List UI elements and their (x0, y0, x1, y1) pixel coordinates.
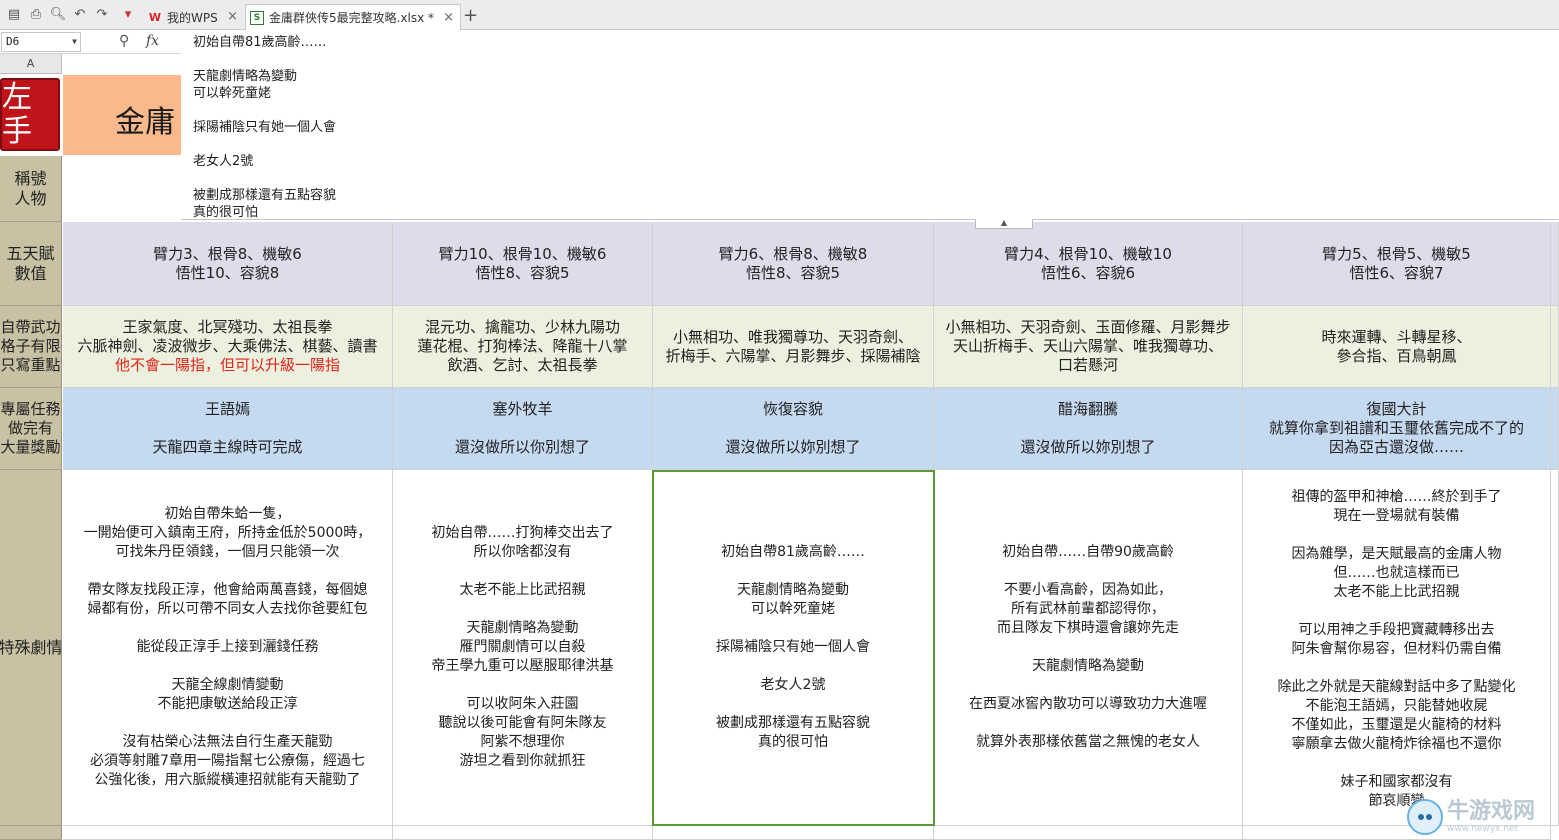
martial-cell[interactable]: 時來運轉、斗轉星移、 參合指、百鳥朝鳳 (1243, 306, 1551, 388)
formula-line: 初始自帶81歲高齡…… (193, 35, 327, 50)
row-label-text: 自帶武功 格子有限 只寫重點 (0, 318, 61, 374)
formula-line: 天龍劇情略為變動 可以幹死童姥 (193, 69, 298, 101)
row-label-story[interactable]: 特殊劇情 (0, 470, 62, 826)
chevron-down-icon[interactable]: ▼ (72, 33, 77, 51)
empty-cell[interactable] (934, 826, 1243, 840)
story-cell[interactable]: 祖傳的盔甲和神槍……終於到手了 現在一登場就有裝備 因為雜學，是天賦最高的金庸人… (1243, 470, 1551, 826)
mascot-icon (1407, 799, 1443, 835)
column-header-a[interactable]: A (0, 54, 62, 74)
tab-spreadsheet-label: 金庸群俠传5最完整攻略.xlsx * (269, 11, 435, 25)
talent-cell[interactable] (1551, 222, 1559, 306)
mission-cell[interactable]: 醋海翻騰 還沒做所以妳別想了 (934, 388, 1243, 470)
tab-bar: ▤ ⎙ 🔍︎ ↶ ↷ ▾ W 我的WPS × S 金庸群俠传5最完整攻略.xls… (0, 0, 1559, 30)
talent-cell[interactable]: 臂力5、根骨5、機敏5 悟性6、容貌7 (1243, 222, 1551, 306)
mission-cell[interactable]: 恢復容貌 還沒做所以妳別想了 (653, 388, 934, 470)
close-icon[interactable]: × (443, 10, 454, 25)
fx-icon[interactable]: fx (146, 33, 159, 49)
martial-text: 混元功、擒龍功、少林九陽功 蓮花棍、打狗棒法、降龍十八掌 飲酒、乞討、太祖長拳 (417, 318, 628, 374)
wps-logo-icon: W (148, 10, 162, 24)
new-document-icon[interactable]: ▤ (6, 6, 22, 22)
row-label-next[interactable] (0, 826, 62, 840)
mission-cell[interactable]: 復國大計 就算你拿到祖譜和玉璽依舊完成不了的 因為亞古還沒做…… (1243, 388, 1551, 470)
customize-toolbar-icon[interactable]: ▾ (120, 6, 136, 22)
row-label-text: 特殊劇情 (0, 637, 62, 657)
close-icon[interactable]: × (227, 9, 238, 24)
martial-text: 小無相功、天羽奇劍、玉面修羅、月影舞步 天山折梅手、天山六陽掌、唯我獨尊功、 口… (945, 318, 1231, 374)
page-title: 金庸 (115, 105, 175, 140)
cell-reference: D6 (6, 35, 20, 48)
tab-spreadsheet[interactable]: S 金庸群俠传5最完整攻略.xlsx * × (245, 4, 461, 30)
talent-cell[interactable]: 臂力10、根骨10、機敏6 悟性8、容貌5 (393, 222, 653, 306)
print-preview-icon[interactable]: 🔍︎ (50, 6, 67, 22)
martial-cell[interactable]: 混元功、擒龍功、少林九陽功 蓮花棍、打狗棒法、降龍十八掌 飲酒、乞討、太祖長拳 (393, 306, 653, 388)
zoom-magnifier-icon[interactable]: ⚲ (119, 33, 129, 49)
talent-cell[interactable]: 臂力6、根骨8、機敏8 悟性8、容貌5 (653, 222, 934, 306)
story-cell[interactable]: 初始自帶81歲高齡…… 天龍劇情略為變動 可以幹死童姥 採陽補陰只有她一個人會 … (653, 470, 934, 826)
martial-cell[interactable]: 王家氣度、北冥殘功、太祖長拳 六脈神劍、凌波微步、大乘佛法、棋藝、讀書 他不會一… (63, 306, 393, 388)
martial-text: 小無相功、唯我獨尊功、天羽奇劍、 折梅手、六陽掌、月影舞步、採陽補陰 (665, 327, 921, 365)
empty-cell[interactable] (393, 826, 653, 840)
title-cell[interactable]: 金庸 (63, 75, 181, 155)
watermark-text: 牛游戏网 (1447, 799, 1536, 824)
logo-stamp: 左手 花的 (0, 78, 60, 151)
martial-cell[interactable]: 小無相功、天羽奇劍、玉面修羅、月影舞步 天山折梅手、天山六陽掌、唯我獨尊功、 口… (934, 306, 1243, 388)
mission-cell[interactable]: 塞外牧羊 還沒做所以你別想了 (393, 388, 653, 470)
add-tab-icon[interactable]: + (463, 5, 478, 26)
formula-line: 採陽補陰只有她一個人會 (193, 120, 337, 135)
talent-cell[interactable]: 臂力4、根骨10、機敏10 悟性6、容貌6 (934, 222, 1243, 306)
redo-icon[interactable]: ↷ (94, 6, 110, 22)
row-label-text: 稱號 人物 (14, 168, 47, 208)
row-label-talent[interactable]: 五天賦 數值 (0, 222, 62, 306)
watermark-url: www.newyx.net (1447, 824, 1519, 834)
story-cell[interactable] (1551, 470, 1559, 826)
mission-cell[interactable]: 王語嫣 天龍四章主線時可完成 (63, 388, 393, 470)
row-label-name[interactable]: 稱號 人物 (0, 156, 62, 222)
mission-cell[interactable] (1551, 388, 1559, 470)
row-label-martial[interactable]: 自帶武功 格子有限 只寫重點 (0, 306, 62, 388)
spreadsheet-file-icon: S (250, 10, 264, 25)
name-box[interactable]: D6 ▼ (1, 32, 81, 52)
empty-cell[interactable] (63, 826, 393, 840)
story-cell[interactable]: 初始自帶……打狗棒交出去了 所以你啥都沒有 太老不能上比武招親 天龍劇情略為變動… (393, 470, 653, 826)
story-cell[interactable]: 初始自帶朱蛤一隻， 一開始便可入鎮南王府，所持金低於5000時， 可找朱丹臣領錢… (63, 470, 393, 826)
undo-icon[interactable]: ↶ (72, 6, 88, 22)
print-icon[interactable]: ⎙ (28, 6, 44, 22)
wps-spreadsheet-window: ▤ ⎙ 🔍︎ ↶ ↷ ▾ W 我的WPS × S 金庸群俠传5最完整攻略.xls… (0, 0, 1559, 840)
blank-cell[interactable] (63, 156, 181, 222)
martial-text: 時來運轉、斗轉星移、 參合指、百鳥朝鳳 (1321, 327, 1472, 365)
empty-cell[interactable] (653, 826, 934, 840)
row-label-mission[interactable]: 專屬任務 做完有 大量獎勵 (0, 388, 62, 470)
martial-note-red: 他不會一陽指，但可以升級一陽指 (114, 356, 340, 374)
row-label-text: 五天賦 數值 (6, 243, 55, 283)
talent-cell[interactable]: 臂力3、根骨8、機敏6 悟性10、容貌8 (63, 222, 393, 306)
formula-content-expanded[interactable]: 初始自帶81歲高齡…… 天龍劇情略為變動 可以幹死童姥 採陽補陰只有她一個人會 … (181, 30, 1559, 220)
collapse-formula-icon[interactable]: ▲ (975, 219, 1033, 229)
martial-text: 王家氣度、北冥殘功、太祖長拳 六脈神劍、凌波微步、大乘佛法、棋藝、讀書 (77, 318, 378, 355)
martial-cell[interactable] (1551, 306, 1559, 388)
site-watermark: 牛游戏网 www.newyx.net (1407, 796, 1555, 838)
formula-line: 老女人2號 (193, 154, 254, 169)
formula-line: 被劃成那樣還有五點容貌 真的很可怕 (193, 188, 337, 220)
row-label-text: 專屬任務 做完有 大量獎勵 (0, 400, 61, 456)
tab-my-wps-label: 我的WPS (167, 10, 218, 25)
story-cell[interactable]: 初始自帶……自帶90歲高齡 不要小看高齡，因為如此， 所有武林前輩都認得你， 而… (934, 470, 1243, 826)
tab-my-wps[interactable]: W 我的WPS × (144, 4, 244, 30)
martial-cell[interactable]: 小無相功、唯我獨尊功、天羽奇劍、 折梅手、六陽掌、月影舞步、採陽補陰 (653, 306, 934, 388)
